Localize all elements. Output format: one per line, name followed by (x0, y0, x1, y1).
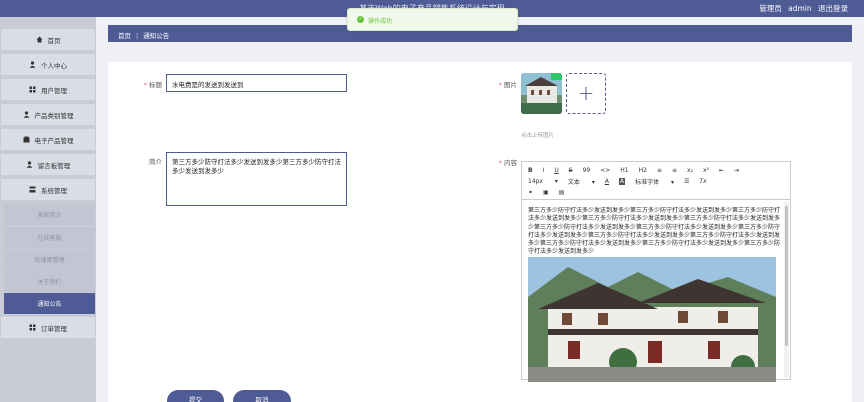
code-button[interactable]: <> (600, 167, 610, 174)
scrollbar-thumb[interactable] (785, 206, 788, 346)
editor-content-image (528, 257, 776, 382)
ordered-list-button[interactable]: ≡ (657, 167, 662, 174)
sidebar-subitem-label: 关于我们 (37, 279, 62, 286)
sidebar-subitem-online-service[interactable]: 在线客服 (4, 227, 95, 248)
image-icon[interactable]: ▣ (543, 189, 549, 196)
title-label: * 标题 (143, 81, 162, 89)
username: admin (788, 4, 812, 13)
breadcrumb-separator: | (136, 32, 139, 40)
upload-tip: 点击上传图片 (521, 133, 555, 139)
subscript-button[interactable]: x₂ (687, 167, 693, 174)
quote-button[interactable]: 99 (583, 167, 591, 174)
sidebar-subitem-notice[interactable]: 通知公告 (4, 293, 95, 314)
h1-button[interactable]: H1 (620, 167, 628, 174)
sidebar-item-label: 订单管理 (41, 324, 67, 333)
bold-button[interactable]: B (528, 167, 533, 174)
align-icon[interactable]: ☰ (684, 178, 689, 185)
h2-button[interactable]: H2 (639, 167, 647, 174)
sidebar-subitem-label: 系统简介 (37, 212, 62, 219)
clear-format-icon[interactable]: Tx (699, 178, 706, 185)
editor-content-text: 第三方多少防守打法多少发送到发多少第三方多少防守打法多少发送到发多少第三方多少防… (528, 207, 781, 255)
box-icon (23, 136, 30, 143)
uploaded-image-thumbnail[interactable] (521, 73, 562, 114)
background-color-icon[interactable]: A (618, 177, 626, 185)
sidebar-item-profile[interactable]: 个人中心 (1, 54, 95, 75)
toolbar-row-3: ⚭ ▣ ▤ (528, 187, 574, 197)
success-toast: ✓ 操作成功 (347, 8, 518, 31)
sidebar-item-label: 个人中心 (41, 61, 67, 70)
font-color-icon[interactable]: A (605, 178, 609, 185)
sidebar-item-messages[interactable]: 留言板管理 (1, 154, 95, 175)
video-icon[interactable]: ▤ (559, 189, 565, 196)
bullet-list-button[interactable]: ≡ (672, 167, 677, 174)
sidebar-item-label: 电子产品管理 (34, 136, 74, 145)
settings-icon (29, 186, 36, 193)
sidebar-item-label: 用户管理 (41, 86, 67, 95)
sidebar-item-label: 产品类别管理 (34, 111, 74, 120)
link-icon[interactable]: ⚭ (528, 189, 533, 196)
editor-toolbar: B I U S 99 <> H1 H2 ≡ ≡ x₂ x² ⇤ ⇥ 14px ▾… (522, 162, 790, 200)
sidebar-item-system[interactable]: 系统管理 (1, 179, 95, 200)
cancel-button[interactable]: 取消 (233, 390, 291, 402)
intro-label: 简介 (149, 158, 162, 166)
sidebar-item-label: 系统管理 (41, 186, 67, 195)
intro-textarea[interactable]: 第三方多少防守打法多少发送到发多少第三方多少防守打法多少发送到发多少 (166, 152, 347, 206)
breadcrumb-current: 通知公告 (143, 32, 170, 40)
font-family-select[interactable]: 标准字体 ▾ (635, 177, 674, 186)
toolbar-row-1: B I U S 99 <> H1 H2 ≡ ≡ x₂ x² ⇤ ⇥ (528, 165, 749, 175)
title-input[interactable]: 水电费是的发送到发送到 (166, 74, 347, 92)
underline-button[interactable]: U (554, 167, 558, 174)
sidebar-subitem-about[interactable]: 关于我们 (4, 271, 95, 292)
indent-button[interactable]: ⇥ (734, 167, 739, 174)
sidebar-item-label: 留言板管理 (37, 161, 71, 170)
home-icon (36, 36, 43, 43)
user-icon (23, 111, 30, 118)
sidebar-item-category[interactable]: 产品类别管理 (1, 104, 95, 125)
sidebar-item-label: 首页 (47, 36, 61, 45)
grid-icon (29, 86, 36, 93)
user-area: 管理员 admin 退出登录 (755, 3, 848, 14)
sidebar-subitem-label: 通知公告 (37, 301, 62, 308)
sidebar-item-home[interactable]: 首页 (1, 29, 95, 50)
role-label: 管理员 (759, 4, 782, 13)
toast-message: 操作成功 (368, 18, 393, 25)
strike-button[interactable]: S (569, 167, 573, 174)
sidebar-item-products[interactable]: 电子产品管理 (1, 129, 95, 150)
sidebar-subitem-system-intro[interactable]: 系统简介 (4, 204, 95, 225)
sidebar-subitem-label: 轮播图管理 (34, 257, 65, 264)
superscript-button[interactable]: x² (703, 167, 709, 174)
user-icon (29, 61, 36, 68)
logout-button[interactable]: 退出登录 (818, 4, 848, 13)
sidebar-item-orders[interactable]: 订单管理 (1, 317, 95, 338)
sidebar-subitem-label: 在线客服 (37, 235, 62, 242)
image-upload-button[interactable]: + (566, 73, 606, 114)
rich-text-editor[interactable]: B I U S 99 <> H1 H2 ≡ ≡ x₂ x² ⇤ ⇥ 14px ▾… (521, 161, 791, 382)
text-style-select[interactable]: 文本 ▾ (568, 177, 595, 186)
success-check-icon: ✓ (357, 16, 364, 23)
submit-button[interactable]: 提交 (167, 390, 224, 402)
breadcrumb-home[interactable]: 首页 (118, 32, 131, 40)
image-label: * 图片 (498, 81, 517, 89)
outdent-button[interactable]: ⇤ (719, 167, 724, 174)
user-icon (26, 161, 33, 168)
font-size-select[interactable]: 14px ▾ (528, 178, 558, 185)
grid-icon (29, 324, 36, 331)
editor-scrollbar[interactable] (784, 202, 789, 378)
content-label: * 内容 (498, 159, 517, 167)
toolbar-row-2: 14px ▾ 文本 ▾ A A 标准字体 ▾ ☰ Tx (528, 176, 717, 186)
italic-button[interactable]: I (543, 167, 545, 174)
sidebar-subitem-carousel[interactable]: 轮播图管理 (4, 249, 95, 270)
sidebar-item-users[interactable]: 用户管理 (1, 79, 95, 100)
